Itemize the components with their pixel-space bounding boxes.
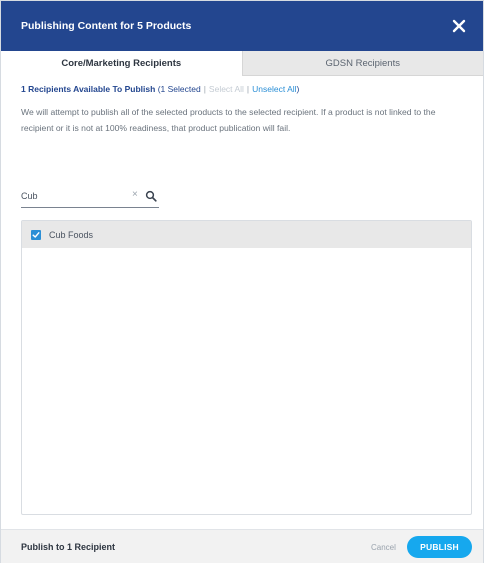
recipients-summary: 1 Recipients Available To Publish (1 Sel… [21, 84, 299, 94]
search-icon[interactable] [145, 189, 157, 202]
tab-core-marketing-recipients[interactable]: Core/Marketing Recipients [1, 51, 242, 76]
publish-button[interactable]: PUBLISH [407, 536, 472, 558]
cancel-button[interactable]: Cancel [371, 543, 396, 552]
tab-label: GDSN Recipients [325, 57, 400, 69]
tab-label: Core/Marketing Recipients [61, 58, 182, 69]
summary-close-paren: ) [296, 84, 300, 94]
recipients-available-count: 1 Recipients Available To Publish [21, 84, 156, 94]
select-all-link[interactable]: Select All [209, 84, 244, 94]
summary-separator: | [246, 84, 250, 94]
modal-title: Publishing Content for 5 Products [21, 20, 192, 32]
summary-separator: | [203, 84, 206, 94]
close-icon [452, 19, 466, 33]
recipient-search: × [21, 184, 159, 208]
unselect-all-link[interactable]: Unselect All [252, 84, 296, 94]
modal-footer: Publish to 1 Recipient Cancel PUBLISH [1, 529, 483, 563]
publish-description: We will attempt to publish all of the se… [21, 107, 436, 133]
list-item[interactable]: Cub Foods [22, 221, 471, 248]
recipient-checkbox[interactable] [31, 229, 41, 240]
modal-header: Publishing Content for 5 Products [1, 1, 483, 51]
tab-gdsn-recipients[interactable]: GDSN Recipients [241, 51, 483, 76]
recipient-label: Cub Foods [49, 229, 94, 240]
selected-count: 1 Selected [160, 84, 201, 94]
close-button[interactable] [449, 16, 469, 36]
tab-bar: Core/Marketing Recipients GDSN Recipient… [1, 51, 483, 76]
search-input[interactable] [21, 188, 121, 204]
publish-target-label: Publish to 1 Recipient [21, 542, 116, 552]
recipient-list: Cub Foods [21, 220, 472, 515]
publish-modal: Publishing Content for 5 Products Core/M… [0, 0, 484, 563]
clear-search-icon[interactable]: × [132, 189, 138, 200]
checkmark-icon [32, 231, 40, 238]
